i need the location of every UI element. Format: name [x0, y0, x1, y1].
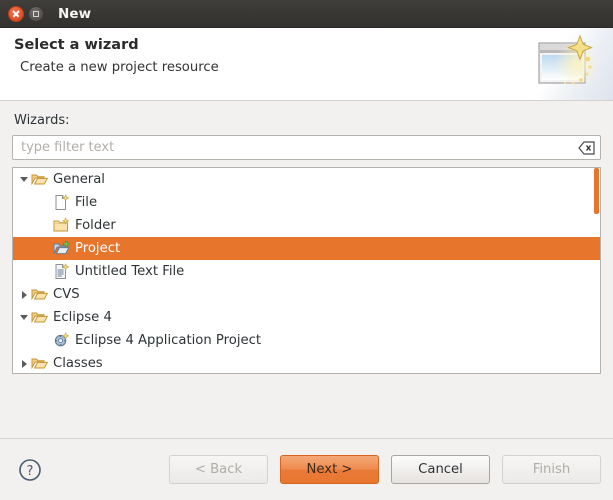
new-file-icon: [53, 194, 70, 211]
tree-rows: General File Folder Project Untitled Text Fi…: [13, 168, 600, 373]
tree-row-label: Eclipse 4 Application Project: [75, 333, 261, 348]
e4-application-icon: [53, 332, 70, 349]
svg-text:?: ?: [27, 464, 34, 479]
tree-row[interactable]: General: [13, 168, 600, 191]
clear-filter-icon[interactable]: [578, 140, 596, 156]
dialog-footer: ? < Back Next > Cancel Finish: [0, 438, 613, 500]
help-icon[interactable]: ?: [18, 458, 42, 482]
window-title: New: [58, 6, 91, 22]
search-input[interactable]: [21, 140, 578, 155]
tree-row-label: Eclipse 4: [53, 310, 112, 325]
tree-row-label: CVS: [53, 287, 80, 302]
open-folder-icon: [31, 355, 48, 372]
tree-row[interactable]: Untitled Text File: [13, 260, 600, 283]
open-folder-icon: [31, 309, 48, 326]
tree-row[interactable]: Eclipse 4 Application Project: [13, 329, 600, 352]
tree-row[interactable]: Eclipse 4: [13, 306, 600, 329]
chevron-down-icon[interactable]: [17, 306, 31, 329]
tree-row-label: General: [53, 172, 105, 187]
wizard-tree[interactable]: General File Folder Project Untitled Text Fi…: [12, 167, 601, 374]
chevron-right-icon[interactable]: [17, 352, 31, 373]
tree-row[interactable]: File: [13, 191, 600, 214]
chevron-down-icon[interactable]: [17, 168, 31, 191]
tree-row[interactable]: Project: [13, 237, 600, 260]
wizard-banner: Select a wizard Create a new project res…: [0, 28, 613, 101]
tree-row-label: Folder: [75, 218, 116, 233]
close-icon[interactable]: [8, 6, 24, 22]
wizard-sparkle-icon: [520, 28, 613, 100]
maximize-icon[interactable]: [28, 6, 44, 22]
tree-row-label: Untitled Text File: [75, 264, 184, 279]
chevron-right-icon[interactable]: [17, 283, 31, 306]
back-button: < Back: [169, 455, 268, 484]
new-project-icon: [53, 240, 70, 257]
wizards-label: Wizards:: [14, 113, 601, 128]
new-folder-icon: [53, 217, 70, 234]
tree-row[interactable]: Folder: [13, 214, 600, 237]
tree-row-label: File: [75, 195, 97, 210]
tree-row[interactable]: CVS: [13, 283, 600, 306]
tree-row-label: Project: [75, 241, 120, 256]
finish-button: Finish: [502, 455, 601, 484]
tree-row-label: Classes: [53, 356, 103, 371]
vertical-scrollbar[interactable]: [594, 168, 599, 214]
titlebar: New: [0, 0, 613, 28]
next-button[interactable]: Next >: [280, 455, 379, 484]
new-wizard-dialog: New Select a wizard Create a new project…: [0, 0, 613, 500]
cancel-button[interactable]: Cancel: [391, 455, 490, 484]
text-file-icon: [53, 263, 70, 280]
open-folder-icon: [31, 171, 48, 188]
open-folder-icon: [31, 286, 48, 303]
footer-buttons: < Back Next > Cancel Finish: [169, 455, 601, 484]
filter-field[interactable]: [12, 135, 601, 160]
tree-row[interactable]: Classes: [13, 352, 600, 373]
dialog-content: Wizards: General File Folder Project Untitle…: [0, 101, 613, 438]
